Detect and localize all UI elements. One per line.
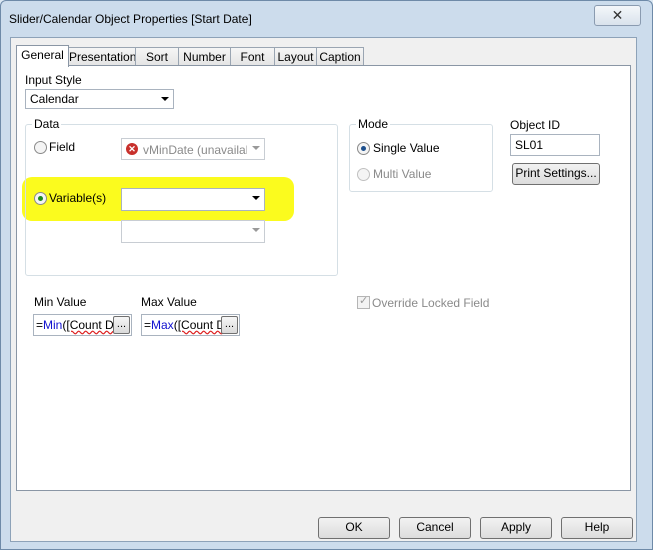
multi-value-label[interactable]: Multi Value (373, 167, 431, 181)
single-value-label[interactable]: Single Value (373, 141, 440, 155)
apply-button[interactable]: Apply (480, 517, 552, 539)
max-value-label: Max Value (141, 295, 197, 309)
min-value-label: Min Value (34, 295, 87, 309)
object-id-label: Object ID (510, 118, 561, 132)
tab-general[interactable]: General (16, 45, 69, 67)
mode-group: Mode (349, 117, 493, 192)
chevron-down-icon (252, 146, 260, 150)
object-id-input[interactable]: SL01 (510, 134, 600, 156)
window-title: Slider/Calendar Object Properties [Start… (9, 12, 252, 26)
dialog-client: General Presentation Sort Number Font La… (10, 37, 637, 542)
close-button[interactable]: ✕ (594, 5, 641, 26)
field-select-value: vMinDate (unavailable (143, 143, 247, 157)
close-icon[interactable]: ✕ (595, 7, 640, 23)
data-group-title: Data (32, 117, 62, 131)
title-bar: Slider/Calendar Object Properties [Start… (1, 1, 652, 37)
help-button[interactable]: Help (561, 517, 633, 539)
variables-radio-label[interactable]: Variable(s) (49, 191, 106, 205)
single-value-radio[interactable] (357, 142, 370, 155)
field-radio-label[interactable]: Field (49, 140, 75, 154)
input-style-label: Input Style (25, 73, 82, 87)
max-value-expand-button[interactable]: ... (221, 316, 238, 334)
min-fn: Min (43, 318, 63, 332)
max-value-expression: =Max([Count D (144, 318, 225, 332)
tab-caption[interactable]: Caption (316, 47, 364, 66)
multi-value-radio[interactable] (357, 168, 370, 181)
max-eq: = (144, 318, 152, 332)
cancel-button[interactable]: Cancel (399, 517, 471, 539)
mode-group-title: Mode (356, 117, 391, 131)
field-select[interactable]: ✕ vMinDate (unavailable (121, 138, 265, 160)
input-style-value: Calendar (30, 92, 79, 106)
tab-sort[interactable]: Sort (135, 47, 179, 66)
chevron-down-icon (161, 97, 169, 101)
field-radio[interactable] (34, 141, 47, 154)
min-value-expression: =Min([Count D (36, 318, 114, 332)
tab-number[interactable]: Number (178, 47, 231, 66)
tab-presentation[interactable]: Presentation (68, 47, 136, 66)
object-id-value: SL01 (515, 138, 544, 152)
override-locked-checkbox[interactable] (357, 294, 370, 309)
max-value-input[interactable]: =Max([Count D ... (141, 314, 240, 336)
override-locked-label[interactable]: Override Locked Field (372, 296, 489, 310)
variable2-select[interactable] (121, 220, 265, 243)
min-eq: = (36, 318, 44, 332)
chevron-down-icon (252, 196, 260, 200)
variable1-select[interactable] (121, 188, 265, 211)
tab-font[interactable]: Font (230, 47, 275, 66)
min-arg: [Count D (66, 318, 114, 332)
max-arg: [Count D (177, 318, 226, 332)
tab-layout[interactable]: Layout (274, 47, 317, 66)
min-value-expand-button[interactable]: ... (113, 316, 130, 334)
ok-button[interactable]: OK (318, 517, 390, 539)
error-icon: ✕ (126, 143, 138, 155)
chevron-down-icon (252, 228, 260, 232)
variables-radio[interactable] (34, 192, 47, 205)
properties-dialog: Slider/Calendar Object Properties [Start… (0, 0, 653, 550)
print-settings-button[interactable]: Print Settings... (512, 163, 600, 185)
min-value-input[interactable]: =Min([Count D ... (33, 314, 132, 336)
max-fn: Max (151, 318, 174, 332)
input-style-select[interactable]: Calendar (25, 89, 174, 109)
